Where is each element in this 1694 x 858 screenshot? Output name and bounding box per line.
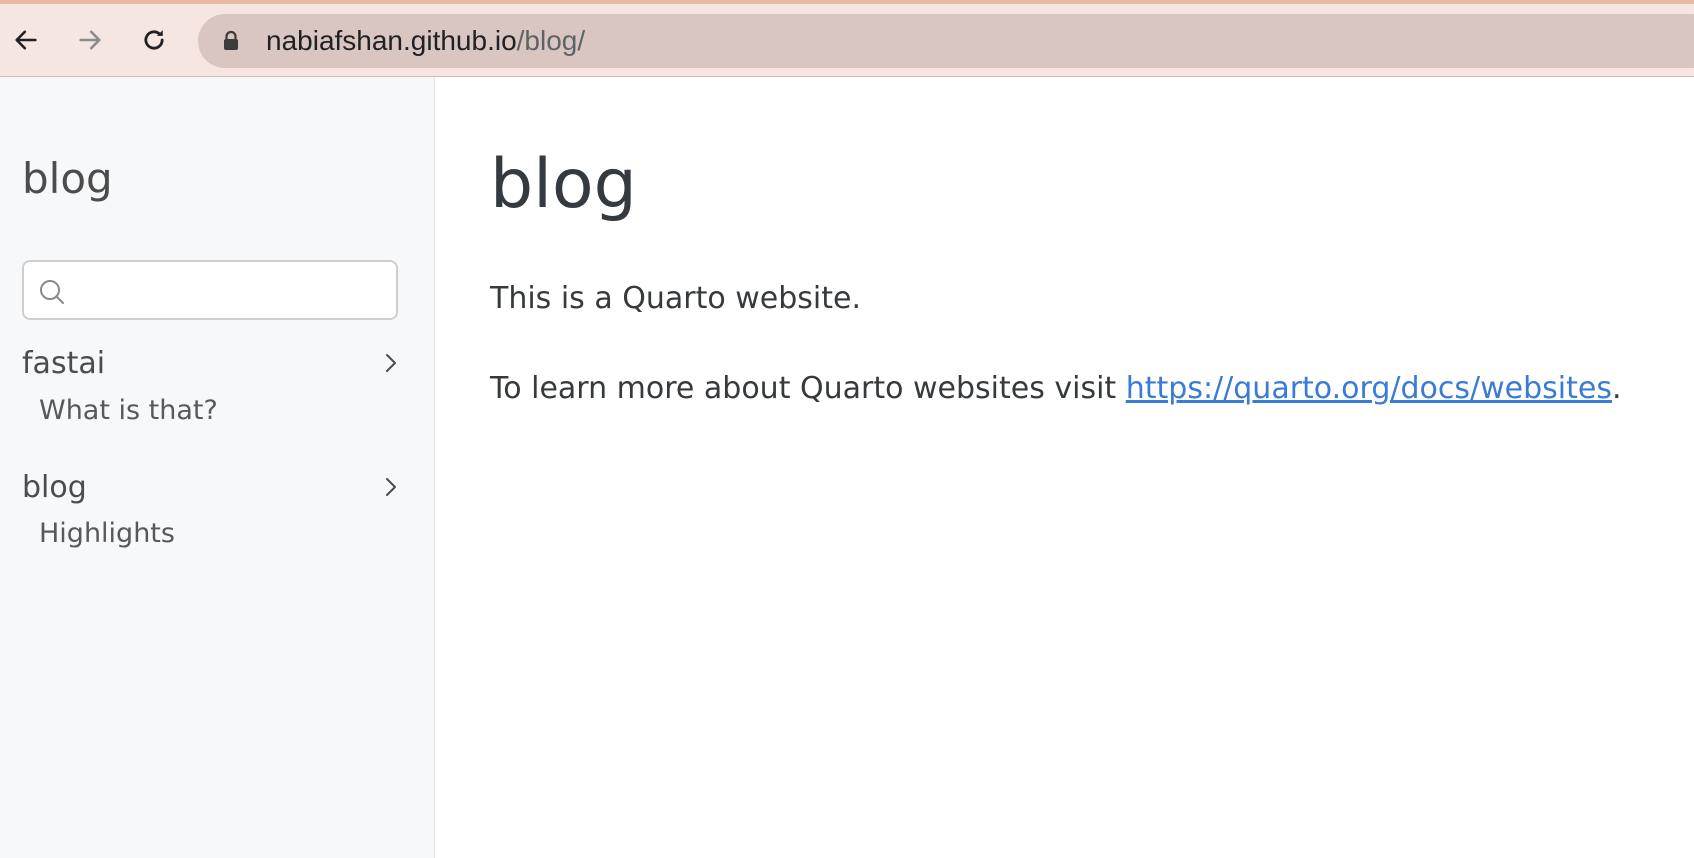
learn-more-paragraph: To learn more about Quarto websites visi…	[490, 369, 1622, 409]
main-content: blog This is a Quarto website. To learn …	[436, 77, 1694, 858]
url-text: nabiafshan.github.io/blog/	[266, 27, 585, 55]
intro-paragraph: This is a Quarto website.	[490, 281, 862, 316]
sidebar-item-highlights[interactable]: Highlights	[39, 518, 175, 549]
sidebar-section-fastai[interactable]: fastai	[22, 343, 402, 383]
back-button[interactable]	[8, 22, 44, 58]
url-host: nabiafshan.github.io	[266, 25, 517, 56]
reload-button[interactable]	[136, 22, 172, 58]
forward-button[interactable]	[72, 22, 108, 58]
search-box[interactable]	[22, 260, 398, 320]
sidebar-section-label: fastai	[22, 345, 106, 381]
sidebar-item-what-is-that[interactable]: What is that?	[39, 395, 218, 426]
search-input[interactable]	[80, 270, 380, 310]
url-path: /blog/	[516, 25, 586, 56]
chevron-right-icon[interactable]	[380, 476, 402, 498]
learn-more-suffix: .	[1611, 371, 1622, 406]
sidebar-section-label: blog	[22, 469, 87, 505]
learn-more-text: To learn more about Quarto websites visi…	[490, 371, 1126, 406]
sidebar-section-blog[interactable]: blog	[22, 467, 402, 507]
lock-icon[interactable]	[222, 30, 240, 52]
browser-toolbar: nabiafshan.github.io/blog/	[0, 0, 1694, 77]
search-icon	[40, 280, 64, 304]
page-title: blog	[490, 145, 637, 224]
back-arrow-icon	[15, 30, 37, 50]
address-bar[interactable]: nabiafshan.github.io/blog/	[198, 14, 1694, 68]
reload-icon	[144, 30, 164, 50]
quarto-docs-link[interactable]: https://quarto.org/docs/websites	[1126, 371, 1612, 406]
sidebar-site-title[interactable]: blog	[22, 155, 113, 203]
sidebar: blog fastai What is that? blog Highlight…	[0, 77, 435, 858]
forward-arrow-icon	[79, 30, 101, 50]
chevron-right-icon[interactable]	[380, 352, 402, 374]
